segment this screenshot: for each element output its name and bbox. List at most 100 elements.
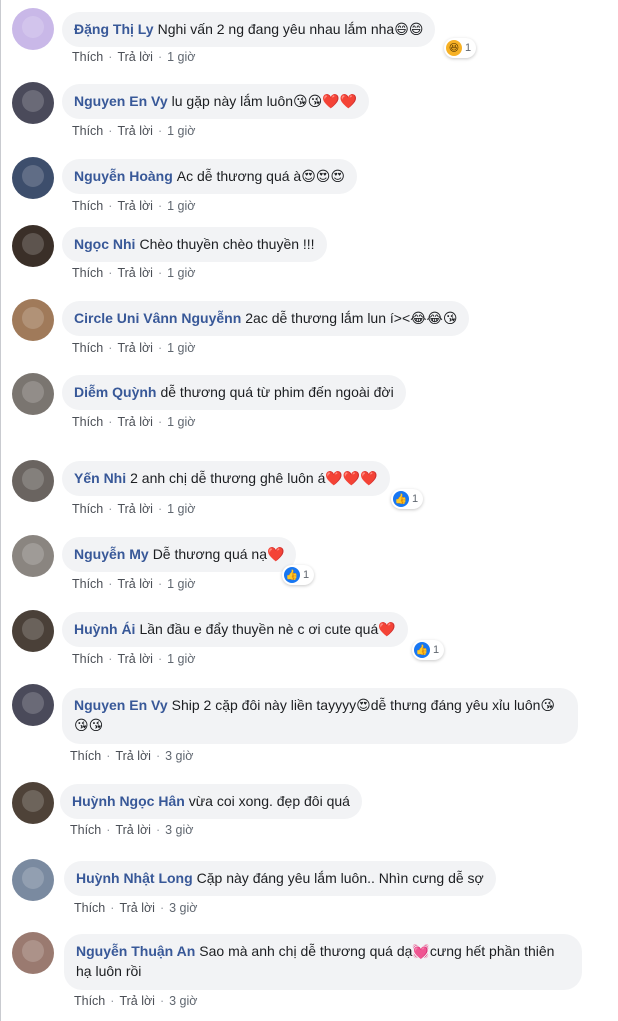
comment-author[interactable]: Nguyen En Vy bbox=[74, 93, 168, 109]
like-link[interactable]: Thích bbox=[72, 577, 103, 591]
reply-link[interactable]: Trả lời bbox=[117, 50, 153, 64]
comment-text: Dễ thương quá nạ bbox=[152, 546, 267, 562]
like-reaction-icon: 👍 bbox=[393, 491, 409, 507]
timestamp[interactable]: 1 giờ bbox=[167, 652, 195, 666]
reply-link[interactable]: Trả lời bbox=[119, 901, 155, 915]
like-link[interactable]: Thích bbox=[74, 901, 105, 915]
avatar[interactable] bbox=[12, 610, 54, 652]
emoji: ❤️ bbox=[378, 622, 396, 638]
reply-link[interactable]: Trả lời bbox=[117, 502, 153, 516]
comment-bubble: Yến Nhi 2 anh chị dễ thương ghê luôn á❤️❤… bbox=[62, 461, 390, 496]
timestamp[interactable]: 3 giờ bbox=[169, 901, 197, 915]
comment-author[interactable]: Nguyễn Hoàng bbox=[74, 168, 173, 184]
reply-link[interactable]: Trả lời bbox=[117, 577, 153, 591]
avatar[interactable] bbox=[12, 157, 54, 199]
comment-actions: Thích · Trả lời · 1 giờ bbox=[72, 199, 196, 213]
comment-actions: Thích · Trả lời · 1 giờ bbox=[72, 124, 196, 138]
like-link[interactable]: Thích bbox=[72, 341, 103, 355]
like-link[interactable]: Thích bbox=[72, 50, 103, 64]
reply-link[interactable]: Trả lời bbox=[117, 124, 153, 138]
comment-author[interactable]: Nguyen En Vy bbox=[74, 697, 168, 713]
comment-actions: Thích · Trả lời · 1 giờ bbox=[72, 341, 196, 355]
avatar[interactable] bbox=[12, 684, 54, 726]
comment-author[interactable]: Diễm Quỳnh bbox=[74, 384, 156, 400]
like-link[interactable]: Thích bbox=[72, 502, 103, 516]
comment-text: Sao mà anh chị dễ thương quá dạ bbox=[199, 943, 413, 959]
emoji: 😍 bbox=[356, 698, 371, 714]
comment-bubble: Huỳnh Nhật Long Cặp này đáng yêu lắm luôn… bbox=[64, 861, 496, 896]
like-link[interactable]: Thích bbox=[74, 994, 105, 1008]
like-link[interactable]: Thích bbox=[70, 823, 101, 837]
avatar[interactable] bbox=[12, 373, 54, 415]
reaction-count[interactable]: 😆 1 bbox=[444, 38, 477, 58]
reply-link[interactable]: Trả lời bbox=[115, 823, 151, 837]
comment-actions: Thích · Trả lời · 1 giờ bbox=[72, 502, 196, 516]
like-link[interactable]: Thích bbox=[70, 749, 101, 763]
comment-bubble: Ngọc Nhi Chèo thuyền chèo thuyền !!! bbox=[62, 227, 327, 262]
like-link[interactable]: Thích bbox=[72, 124, 103, 138]
like-link[interactable]: Thích bbox=[72, 266, 103, 280]
like-link[interactable]: Thích bbox=[72, 652, 103, 666]
comment-text: lu gặp này lắm luôn bbox=[171, 93, 294, 109]
comment-bubble: Nguyễn Hoàng Ac dễ thương quá à😍😍😍 bbox=[62, 159, 357, 194]
comment-text: dễ thương quá từ phim đến ngoài đời bbox=[160, 384, 394, 400]
comment-text: vừa coi xong. đẹp đôi quá bbox=[188, 793, 350, 809]
timestamp[interactable]: 1 giờ bbox=[167, 50, 195, 64]
avatar[interactable] bbox=[12, 299, 54, 341]
timestamp[interactable]: 3 giờ bbox=[169, 994, 197, 1008]
avatar[interactable] bbox=[12, 859, 54, 901]
comment-author[interactable]: Huỳnh Ngọc Hân bbox=[72, 793, 185, 809]
comment-bubble: Nguyen En Vy Ship 2 cặp đôi này liền tayy… bbox=[62, 688, 578, 744]
reply-link[interactable]: Trả lời bbox=[115, 749, 151, 763]
comment-actions: Thích · Trả lời · 1 giờ bbox=[72, 415, 196, 429]
reply-link[interactable]: Trả lời bbox=[117, 652, 153, 666]
reaction-count[interactable]: 👍 1 bbox=[282, 565, 315, 585]
comment-author[interactable]: Yến Nhi bbox=[74, 470, 126, 486]
reaction-count[interactable]: 👍 1 bbox=[412, 640, 445, 660]
like-link[interactable]: Thích bbox=[72, 415, 103, 429]
like-link[interactable]: Thích bbox=[72, 199, 103, 213]
avatar[interactable] bbox=[12, 535, 54, 577]
timestamp[interactable]: 1 giờ bbox=[167, 577, 195, 591]
comment-author[interactable]: Circle Uni Vânn Nguyễnn bbox=[74, 310, 241, 326]
like-reaction-icon: 👍 bbox=[414, 642, 430, 658]
reaction-count[interactable]: 👍 1 bbox=[391, 489, 424, 509]
timestamp[interactable]: 1 giờ bbox=[167, 502, 195, 516]
avatar[interactable] bbox=[12, 82, 54, 124]
comment-text-continued: dễ thưng đáng yêu xỉu luôn bbox=[370, 697, 541, 713]
comment-author[interactable]: Huỳnh Ái bbox=[74, 621, 135, 637]
emoji: 😄😄 bbox=[394, 22, 424, 38]
comment-bubble: Nguyễn Thuận An Sao mà anh chị dễ thương … bbox=[64, 934, 582, 990]
avatar[interactable] bbox=[12, 460, 54, 502]
comment-bubble: Diễm Quỳnh dễ thương quá từ phim đến ngoà… bbox=[62, 375, 406, 410]
comment-bubble: Huỳnh Ái Lần đầu e đẩy thuyền nè c ơi cut… bbox=[62, 612, 408, 647]
reply-link[interactable]: Trả lời bbox=[119, 994, 155, 1008]
timestamp[interactable]: 1 giờ bbox=[167, 266, 195, 280]
comment-author[interactable]: Nguyễn My bbox=[74, 546, 149, 562]
avatar[interactable] bbox=[12, 932, 54, 974]
avatar[interactable] bbox=[12, 225, 54, 267]
reply-link[interactable]: Trả lời bbox=[117, 415, 153, 429]
comment-actions: Thích · Trả lời · 3 giờ bbox=[70, 823, 194, 837]
reply-link[interactable]: Trả lời bbox=[117, 341, 153, 355]
timestamp[interactable]: 1 giờ bbox=[167, 341, 195, 355]
comment-text: Lần đầu e đẩy thuyền nè c ơi cute quá bbox=[139, 621, 379, 637]
comment-author[interactable]: Huỳnh Nhật Long bbox=[76, 870, 193, 886]
timestamp[interactable]: 3 giờ bbox=[165, 749, 193, 763]
timestamp[interactable]: 1 giờ bbox=[167, 124, 195, 138]
avatar[interactable] bbox=[12, 8, 54, 50]
comment-bubble: Nguyễn My Dễ thương quá nạ❤️ bbox=[62, 537, 297, 572]
comment-text: Ship 2 cặp đôi này liền tayyyy bbox=[171, 697, 357, 713]
comment-text: Chèo thuyền chèo thuyền !!! bbox=[139, 236, 315, 252]
reply-link[interactable]: Trả lời bbox=[117, 199, 153, 213]
comment-author[interactable]: Nguyễn Thuận An bbox=[76, 943, 195, 959]
comment-author[interactable]: Đặng Thị Ly bbox=[74, 21, 154, 37]
timestamp[interactable]: 1 giờ bbox=[167, 415, 195, 429]
emoji: ❤️ bbox=[266, 547, 285, 563]
comment-text: Ac dễ thương quá à bbox=[176, 168, 302, 184]
comment-author[interactable]: Ngọc Nhi bbox=[74, 236, 135, 252]
timestamp[interactable]: 3 giờ bbox=[165, 823, 193, 837]
timestamp[interactable]: 1 giờ bbox=[167, 199, 195, 213]
reply-link[interactable]: Trả lời bbox=[117, 266, 153, 280]
avatar[interactable] bbox=[12, 782, 54, 824]
